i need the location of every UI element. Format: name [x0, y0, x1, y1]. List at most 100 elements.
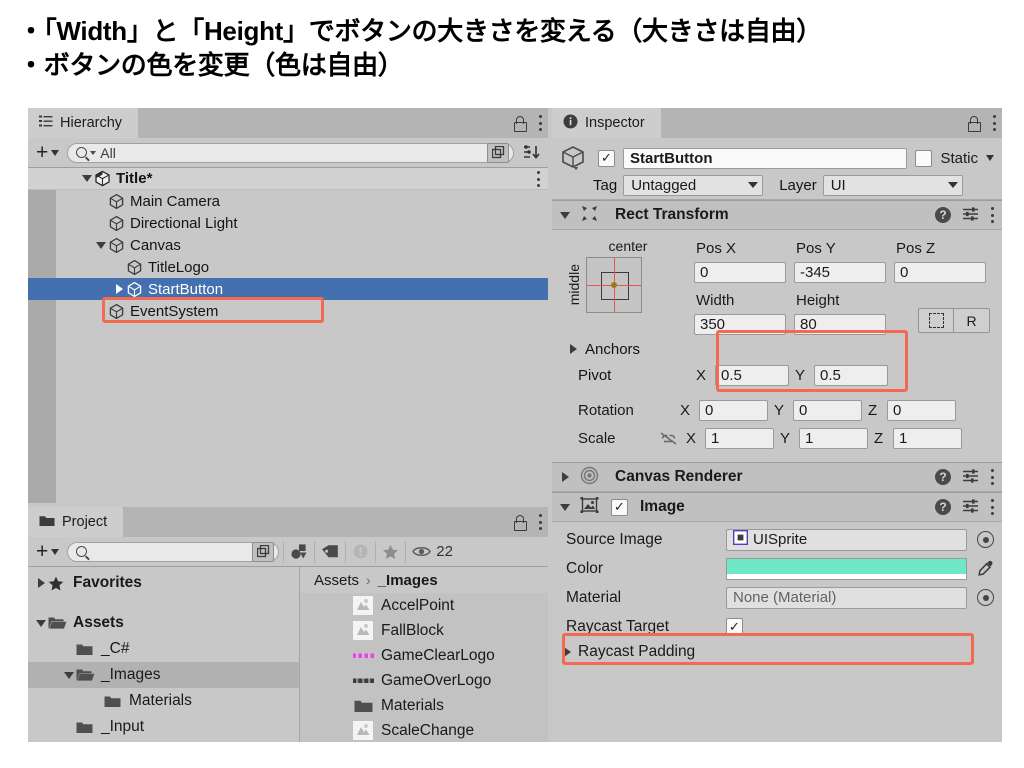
object-active-checkbox[interactable]: ✓ [598, 150, 615, 167]
tab-inspector[interactable]: Inspector [552, 108, 661, 138]
tab-project[interactable]: Project [28, 507, 123, 537]
lock-icon[interactable] [967, 116, 980, 130]
height-field[interactable]: 80 [794, 314, 886, 335]
pivot-x-field[interactable]: 0.5 [715, 365, 789, 386]
hierarchy-item-startbutton[interactable]: StartButton [28, 278, 548, 300]
scale-z-field[interactable]: 1 [893, 428, 962, 449]
hierarchy-sort-button[interactable] [518, 142, 544, 164]
preset-icon[interactable] [962, 206, 979, 224]
rotation-y-field[interactable]: 0 [793, 400, 862, 421]
pos-z-field[interactable]: 0 [894, 262, 986, 283]
image-component-header[interactable]: ✓ Image ? [552, 492, 1002, 522]
tree-foldout-icon[interactable] [34, 620, 48, 627]
item-foldout-icon[interactable] [112, 284, 126, 294]
source-image-picker-button[interactable] [977, 531, 994, 548]
hierarchy-item-eventsystem[interactable]: EventSystem [28, 300, 548, 322]
scene-menu-icon[interactable] [536, 171, 540, 187]
layer-dropdown[interactable]: UI [823, 175, 963, 196]
hierarchy-scene-row[interactable]: Title* [28, 168, 548, 190]
help-icon[interactable]: ? [935, 469, 951, 485]
rect-transform-foldout-icon[interactable] [558, 212, 572, 219]
raycast-padding-foldout-icon[interactable] [560, 647, 574, 657]
canvas-renderer-foldout-icon[interactable] [558, 472, 572, 482]
preset-icon[interactable] [962, 468, 979, 486]
tag-dropdown[interactable]: Untagged [623, 175, 763, 196]
material-field[interactable]: None (Material) [726, 587, 967, 609]
asset-row[interactable]: Materials [300, 693, 548, 718]
raycast-target-checkbox[interactable]: ✓ [726, 618, 743, 635]
project-tree-item--input[interactable]: _Input [28, 714, 300, 740]
hierarchy-item-canvas[interactable]: Canvas [28, 234, 548, 256]
filter-by-type-button[interactable] [283, 541, 314, 563]
blueprint-mode-button[interactable] [918, 308, 954, 333]
asset-row[interactable]: GameOverLogo [300, 668, 548, 693]
asset-row[interactable]: FallBlock [300, 618, 548, 643]
anchors-row[interactable]: Anchors [552, 336, 1002, 362]
hierarchy-create-button[interactable]: + [32, 142, 63, 163]
inspector-menu-icon[interactable] [992, 115, 996, 131]
breadcrumb-root[interactable]: Assets [314, 572, 359, 589]
search-expand-button[interactable] [252, 542, 274, 562]
project-tree-item-materials[interactable]: Materials [28, 688, 300, 714]
project-asset-list[interactable]: Assets › _Images AccelPointFallBlockGame… [300, 567, 548, 742]
pos-x-field[interactable]: 0 [694, 262, 786, 283]
image-enabled-checkbox[interactable]: ✓ [611, 499, 628, 516]
pivot-y-field[interactable]: 0.5 [814, 365, 888, 386]
hierarchy-item-main-camera[interactable]: Main Camera [28, 190, 548, 212]
project-folder-tree[interactable]: Favorites Assets_C#_ImagesMaterials_Input [28, 567, 300, 742]
hierarchy-search-input[interactable]: All [67, 143, 514, 163]
rotation-z-field[interactable]: 0 [887, 400, 956, 421]
help-icon[interactable]: ? [935, 207, 951, 223]
anchor-preset-widget[interactable]: center middle [566, 238, 676, 313]
color-swatch-field[interactable] [726, 558, 967, 580]
scale-y-field[interactable]: 1 [799, 428, 868, 449]
raw-edit-button[interactable]: R [954, 308, 990, 333]
hierarchy-item-directional-light[interactable]: Directional Light [28, 212, 548, 234]
filter-by-label-button[interactable] [314, 541, 345, 563]
preset-icon[interactable] [962, 498, 979, 516]
hierarchy-item-titlelogo[interactable]: TitleLogo [28, 256, 548, 278]
anchors-foldout-icon[interactable] [566, 344, 580, 354]
project-menu-icon[interactable] [538, 514, 542, 530]
pos-y-field[interactable]: -345 [794, 262, 886, 283]
constrain-proportions-icon[interactable] [656, 432, 680, 445]
image-menu-icon[interactable] [990, 499, 994, 515]
scale-x-field[interactable]: 1 [705, 428, 774, 449]
project-tree-item-favorites[interactable]: Favorites [28, 570, 300, 596]
lock-icon[interactable] [513, 515, 526, 529]
asset-row[interactable]: AccelPoint [300, 593, 548, 618]
width-field[interactable]: 350 [694, 314, 786, 335]
rotation-x-field[interactable]: 0 [699, 400, 768, 421]
item-foldout-icon[interactable] [94, 242, 108, 249]
raycast-padding-row[interactable]: Raycast Padding [552, 641, 1002, 663]
tab-hierarchy[interactable]: Hierarchy [28, 108, 138, 138]
eyedropper-icon[interactable] [977, 560, 994, 577]
asset-row[interactable]: ScaleChange [300, 718, 548, 742]
visible-count[interactable]: 22 [405, 541, 462, 563]
static-checkbox[interactable] [915, 150, 932, 167]
hierarchy-tree[interactable]: Title* Main Camera Directional Light Can… [28, 168, 548, 503]
project-create-button[interactable]: + [32, 541, 63, 562]
canvas-renderer-header[interactable]: Canvas Renderer ? [552, 462, 1002, 492]
tree-foldout-icon[interactable] [62, 672, 76, 679]
project-tree-item--images[interactable]: _Images [28, 662, 300, 688]
asset-row[interactable]: GameClearLogo [300, 643, 548, 668]
scene-foldout-icon[interactable] [80, 175, 94, 182]
source-image-field[interactable]: UISprite [726, 529, 967, 551]
hierarchy-menu-icon[interactable] [538, 115, 542, 131]
material-picker-button[interactable] [977, 589, 994, 606]
canvas-renderer-menu-icon[interactable] [990, 469, 994, 485]
project-search-input[interactable] [67, 542, 279, 562]
image-foldout-icon[interactable] [558, 504, 572, 511]
project-tree-item--c-[interactable]: _C# [28, 636, 300, 662]
static-dropdown-icon[interactable] [986, 155, 994, 161]
search-expand-button[interactable] [487, 143, 509, 163]
filter-warnings-button[interactable] [345, 541, 375, 563]
lock-icon[interactable] [513, 116, 526, 130]
object-name-field[interactable]: StartButton [623, 148, 907, 169]
tree-foldout-icon[interactable] [34, 578, 48, 588]
help-icon[interactable]: ? [935, 499, 951, 515]
project-tree-item-assets[interactable]: Assets [28, 610, 300, 636]
rect-transform-header[interactable]: Rect Transform ? [552, 200, 1002, 230]
rect-transform-menu-icon[interactable] [990, 207, 994, 223]
